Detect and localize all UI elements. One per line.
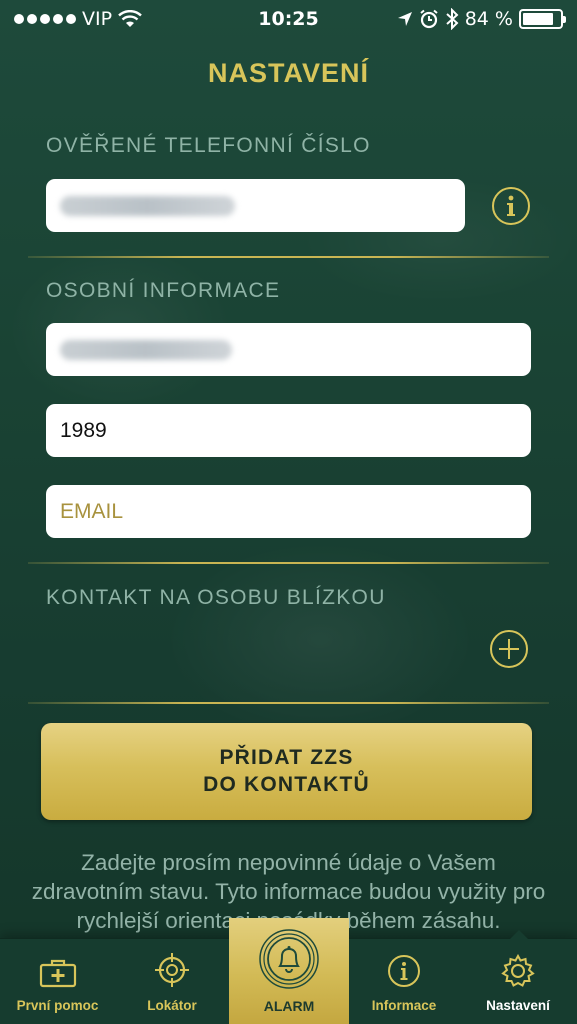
add-button-line1: PŘIDAT ZZS <box>219 746 354 770</box>
add-zzs-to-contacts-button[interactable]: PŘIDAT ZZS DO KONTAKTŮ <box>41 723 532 820</box>
wifi-icon <box>118 10 142 27</box>
first-aid-kit-icon <box>39 959 76 988</box>
add-contact-button[interactable] <box>490 630 528 668</box>
active-tab-indicator <box>510 930 528 939</box>
tab-label: První pomoc <box>16 998 99 1013</box>
battery-level <box>523 13 554 25</box>
section-label-phone: OVĚŘENÉ TELEFONNÍ ČÍSLO <box>46 134 371 157</box>
birth-year-value: 1989 <box>60 418 107 442</box>
carrier-name: VIP <box>82 8 113 30</box>
birth-year-field[interactable]: 1989 <box>46 404 531 457</box>
tab-information[interactable]: Informace <box>349 939 459 1024</box>
email-field[interactable]: EMAIL <box>46 485 531 538</box>
tab-locator[interactable]: Lokátor <box>115 939 229 1024</box>
info-icon <box>388 955 420 987</box>
tab-alarm[interactable]: ALARM <box>229 918 349 1024</box>
bluetooth-icon <box>446 8 459 30</box>
phone-info-button[interactable] <box>492 187 530 225</box>
signal-dots-icon <box>14 14 76 24</box>
crosshair-icon <box>155 953 189 987</box>
section-label-contact: KONTAKT NA OSOBU BLÍZKOU <box>46 586 386 609</box>
section-label-personal: OSOBNÍ INFORMACE <box>46 279 281 302</box>
tab-settings[interactable]: Nastavení <box>459 939 577 1024</box>
alarm-clock-icon <box>420 9 438 29</box>
tab-first-aid[interactable]: První pomoc <box>0 939 115 1024</box>
plus-icon <box>499 639 519 659</box>
tab-label: Nastavení <box>486 998 550 1013</box>
tab-label: Informace <box>371 998 437 1013</box>
divider <box>28 256 549 258</box>
tab-label: Lokátor <box>147 998 197 1013</box>
phone-value-redacted <box>60 195 235 216</box>
battery-percent: 84 % <box>464 8 513 30</box>
name-field[interactable] <box>46 323 531 376</box>
divider <box>28 702 549 704</box>
battery-icon <box>519 9 566 29</box>
bell-icon <box>259 929 319 989</box>
divider <box>28 562 549 564</box>
page-title: NASTAVENÍ <box>207 58 369 88</box>
info-icon <box>507 195 515 216</box>
phone-field[interactable] <box>46 179 465 232</box>
location-arrow-icon <box>397 12 412 26</box>
name-value-redacted <box>60 339 232 360</box>
status-bar: VIP 10:25 84 % <box>0 0 577 38</box>
gear-icon <box>501 954 535 987</box>
add-button-line2: DO KONTAKTŮ <box>203 772 370 796</box>
tab-label: ALARM <box>263 998 315 1014</box>
email-placeholder: EMAIL <box>60 499 124 523</box>
